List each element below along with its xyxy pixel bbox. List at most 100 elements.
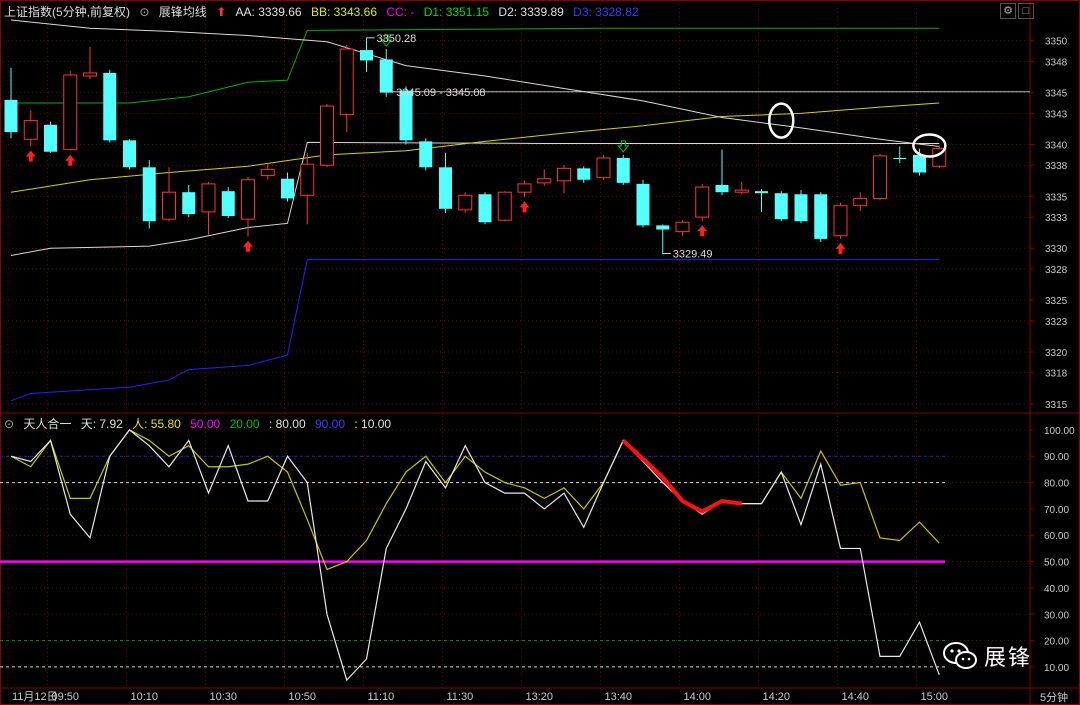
settings-icon[interactable]: ⚙: [1000, 3, 1016, 19]
chart-title: 上证指数(5分钟,前复权): [4, 5, 131, 19]
tian-value: 天: 7.92: [80, 417, 123, 431]
y-tick-label: 3348: [1045, 57, 1068, 68]
y-tick-label: 3318: [1045, 369, 1068, 380]
candle-body-up: [497, 191, 512, 221]
candle-body-down: [794, 194, 808, 222]
candle-body-up: [23, 120, 38, 140]
candle-body-up: [517, 183, 532, 193]
candle-body-down: [715, 184, 729, 193]
y-tick-label: 50.00: [1044, 558, 1069, 569]
sub-indicator-menu-icon[interactable]: ⊙: [4, 417, 14, 431]
candle-body-down: [419, 141, 433, 168]
candle-body-down: [636, 183, 650, 226]
time-label: 13:20: [526, 691, 554, 703]
time-label: 11:30: [447, 691, 474, 703]
price-annotation: 3350.28: [377, 33, 417, 45]
level-20-value: 20.00: [229, 417, 260, 431]
y-tick-label: 3323: [1045, 317, 1068, 328]
candle-body-down: [893, 157, 907, 160]
candle-body-down: [123, 140, 136, 168]
time-label: 13:40: [605, 691, 633, 703]
time-label: 10:30: [210, 691, 238, 703]
d3-line: [10, 259, 940, 402]
sub-indicator-name[interactable]: 天人合一: [23, 417, 71, 431]
main-chart-header: 上证指数(5分钟,前复权) ⊙ 展锋均线 ⬆ AA: 3339.66 BB: 3…: [4, 3, 645, 20]
candle-body-up: [557, 167, 571, 182]
candle-body-up: [241, 179, 255, 220]
candle-body-down: [44, 124, 57, 152]
buy-arrow-icon: [243, 240, 253, 252]
aa-line: [10, 19, 940, 148]
indicator-name[interactable]: 展锋均线: [159, 5, 207, 19]
ren-value: 人: 55.80: [132, 417, 181, 431]
d2-value: D2: 3339.89: [498, 5, 564, 19]
candle-body-up: [300, 163, 315, 196]
candle-body-down: [913, 154, 926, 173]
price-annotation: 3329.49: [673, 249, 713, 261]
y-tick-label: 3335: [1045, 192, 1068, 203]
candle-body-down: [182, 192, 196, 214]
watermark: 展锋: [942, 640, 1032, 672]
buy-arrow-icon: [835, 242, 846, 254]
up-arrow-icon: ⬆: [216, 5, 227, 19]
buy-arrow-icon: [697, 225, 708, 237]
candle-body-up: [675, 221, 690, 233]
y-tick-label: 60.00: [1044, 531, 1069, 542]
level-50-value: 50.00: [190, 417, 221, 431]
buy-arrow-icon: [65, 154, 76, 166]
buy-arrow-icon: [25, 150, 36, 162]
level-10-value: : 10.00: [354, 417, 392, 431]
candle-body-up: [853, 197, 868, 207]
buy-arrow-icon: [519, 201, 530, 213]
y-tick-label: 3328: [1045, 265, 1068, 276]
y-tick-label: 3320: [1045, 348, 1068, 359]
candle-body-down: [281, 178, 294, 199]
time-label: 15:00: [921, 691, 949, 703]
candle-body-up: [833, 205, 848, 237]
candle-body-up: [320, 105, 334, 166]
candle-body-down: [103, 72, 117, 141]
level-90-value: 90.00: [314, 417, 346, 431]
y-tick-label: 80.00: [1044, 479, 1069, 490]
candle-body-up: [734, 189, 749, 193]
candle-body-down: [478, 194, 492, 223]
y-tick-label: 70.00: [1044, 505, 1069, 516]
period-label[interactable]: 5分钟: [1040, 689, 1068, 705]
stock-chart[interactable]: 3315 3318 3320 3323 3325 3328 3330 3333 3335 3338…: [0, 0, 1080, 705]
candle-body-up: [537, 178, 552, 184]
y-tick-label: 3338: [1045, 161, 1068, 172]
time-label: 10:10: [131, 691, 159, 703]
time-label: 11:10: [368, 691, 395, 703]
outer-frame: [0, 0, 1080, 705]
candle-body-up: [260, 168, 275, 177]
indicator-menu-icon[interactable]: ⊙: [139, 5, 149, 19]
wechat-icon: [943, 642, 977, 669]
candle-body-down: [577, 168, 591, 180]
y-tick-label: 3345: [1045, 89, 1068, 100]
watermark-text: 展锋: [984, 645, 1033, 670]
candle-body-up: [695, 186, 710, 218]
tian-line: [10, 429, 940, 682]
candle-body-down: [656, 225, 670, 230]
ren-line: [10, 429, 940, 571]
y-tick-label: 90.00: [1044, 452, 1069, 463]
y-tick-label: 3343: [1045, 109, 1068, 120]
y-tick-label: 3325: [1045, 296, 1068, 307]
y-tick-label: 30.00: [1044, 610, 1069, 621]
time-label: 10:50: [289, 691, 317, 703]
candle-body-down: [439, 167, 452, 209]
y-tick-label: 3333: [1045, 213, 1068, 224]
y-tick-label: 3350: [1045, 37, 1068, 48]
time-label: 09:50: [52, 691, 80, 703]
candle-body-up: [596, 157, 611, 179]
y-tick-label: 100.00: [1044, 426, 1075, 437]
y-tick-label: 3340: [1045, 140, 1068, 151]
highlight-circle: [768, 102, 795, 139]
candle-body-up: [873, 155, 887, 199]
candle-body-up: [162, 191, 176, 220]
maximize-icon[interactable]: □: [1018, 3, 1034, 19]
y-tick-label: 3315: [1045, 400, 1068, 411]
d3-value: D3: 3328.82: [573, 5, 639, 19]
cc-value: CC: -: [386, 5, 415, 19]
candle-body-down: [360, 50, 373, 61]
